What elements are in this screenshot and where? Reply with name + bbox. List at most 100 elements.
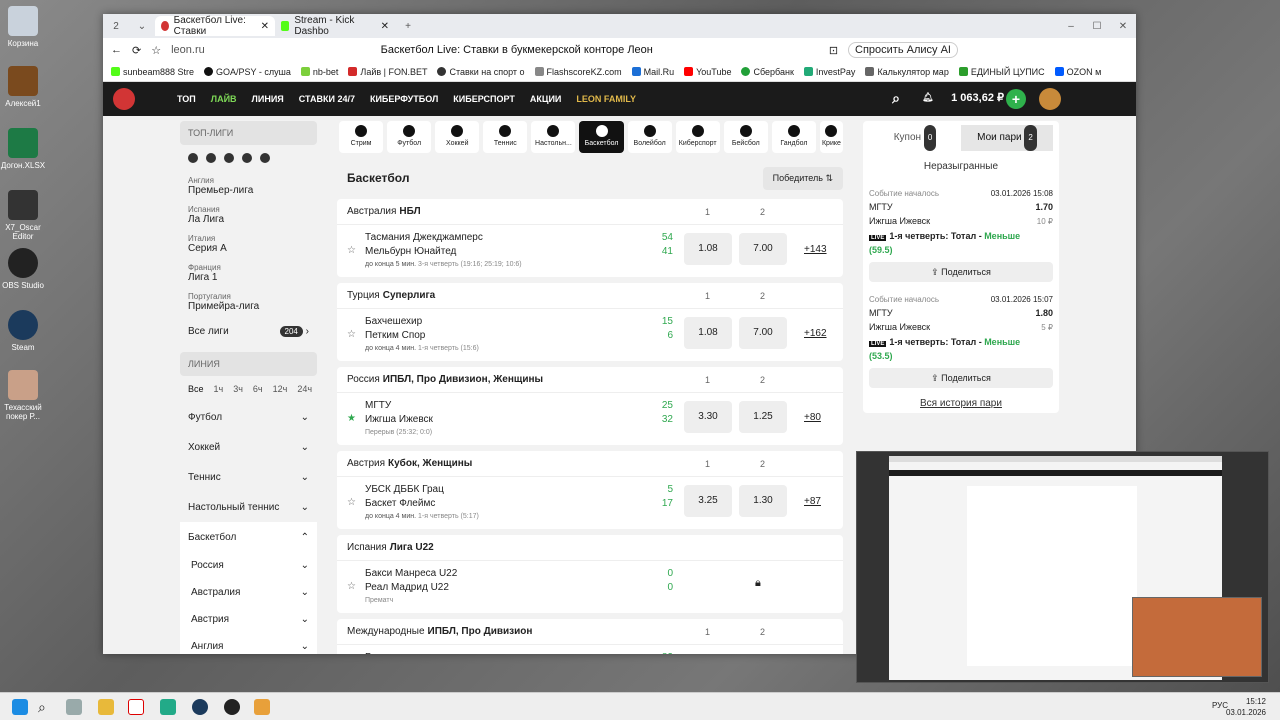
- close-icon[interactable]: ✕: [381, 21, 389, 32]
- league-header[interactable]: Австралия НБЛ 1 2: [337, 199, 843, 225]
- nav-leon-family[interactable]: LEON FAMILY: [576, 94, 636, 104]
- league-item[interactable]: Португалия Примейра-лига: [180, 287, 317, 316]
- explorer-icon[interactable]: [98, 699, 114, 715]
- sport-tab-basketball[interactable]: Баскетбол: [579, 121, 624, 153]
- bookmark-item[interactable]: Лайв | FON.BET: [348, 67, 427, 77]
- bookmark-item[interactable]: Ставки на спорт о: [437, 67, 525, 77]
- desktop-icon-steam[interactable]: Steam: [0, 310, 46, 352]
- star-icon[interactable]: ☆: [347, 497, 356, 508]
- bet-history-link[interactable]: Вся история пари: [869, 398, 1053, 409]
- bookmark-icon[interactable]: ⊡: [829, 44, 838, 57]
- time-filter-1h[interactable]: 1ч: [214, 384, 224, 394]
- bookmark-item[interactable]: OZON м: [1054, 67, 1101, 77]
- odd-button-2[interactable]: 1.25: [739, 401, 787, 433]
- tennis-icon[interactable]: [242, 153, 252, 163]
- sport-tab[interactable]: Крике: [819, 121, 843, 153]
- yandex-browser-icon[interactable]: [128, 699, 144, 715]
- nav-top[interactable]: ТОП: [177, 94, 196, 104]
- obs-taskbar-icon[interactable]: [224, 699, 240, 715]
- country-item[interactable]: Австрия ⌄: [180, 606, 317, 633]
- sidebar-item-hockey[interactable]: Хоккей ⌄: [180, 432, 317, 462]
- steam-taskbar-icon[interactable]: [192, 699, 208, 715]
- time-filter-24h[interactable]: 24ч: [297, 384, 312, 394]
- close-icon[interactable]: ✕: [261, 21, 269, 32]
- desktop-icon-aleksey[interactable]: Алексей1: [0, 66, 46, 108]
- balance[interactable]: 1 063,62 ₽: [951, 91, 1004, 104]
- match-row[interactable]: ☆ Тасмания Джекджамперс Мельбурн Юнайтед 54…: [337, 225, 843, 277]
- sidebar-item-football[interactable]: Футбол ⌄: [180, 402, 317, 432]
- bookmark-item[interactable]: InvestPay: [803, 67, 855, 77]
- start-icon[interactable]: [12, 699, 28, 715]
- time-filter-12h[interactable]: 12ч: [273, 384, 288, 394]
- nav-cybersport[interactable]: КИБЕРСПОРТ: [453, 94, 515, 104]
- nav-promo[interactable]: АКЦИИ: [530, 94, 562, 104]
- time-filter-6h[interactable]: 6ч: [253, 384, 263, 394]
- desktop-icon-recycle[interactable]: Корзина: [0, 6, 46, 48]
- star-icon[interactable]: ☆: [347, 245, 356, 256]
- match-row[interactable]: ☆ВладикавказЛипецк8297 Все пари +4: [337, 645, 843, 654]
- sport-tab[interactable]: Волейбол: [627, 121, 672, 153]
- odd-button-1[interactable]: 3.30: [684, 401, 732, 433]
- odd-button-1[interactable]: 1.08: [684, 317, 732, 349]
- chevron-down-icon[interactable]: ⌄: [129, 21, 155, 32]
- maximize-icon[interactable]: ☐: [1084, 21, 1110, 32]
- match-row[interactable]: ★ МГТУ Ижгша Ижевск 25 32 Перерыв (25:32; 0:…: [337, 393, 843, 445]
- url-field[interactable]: leon.ru: [171, 44, 205, 56]
- desktop-icon-obs[interactable]: OBS Studio: [0, 248, 46, 290]
- hockey-icon[interactable]: [224, 153, 234, 163]
- all-leagues-link[interactable]: Все лиги 204 ›: [180, 316, 317, 346]
- search-icon[interactable]: ⌕: [38, 699, 54, 715]
- country-item[interactable]: Россия ⌄: [180, 552, 317, 579]
- bell-icon[interactable]: 🔔︎: [922, 92, 936, 106]
- football-icon[interactable]: [206, 153, 216, 163]
- bookmark-item[interactable]: nb-bet: [300, 67, 338, 77]
- league-header[interactable]: Турция Суперлига 1 2: [337, 283, 843, 309]
- new-tab-icon[interactable]: +: [395, 21, 421, 32]
- bookmark-item[interactable]: Сбербанк: [741, 67, 794, 77]
- basketball-icon[interactable]: [260, 153, 270, 163]
- market-select[interactable]: Победитель ⇅: [762, 166, 843, 190]
- desktop-icon-poker[interactable]: Техасский покер Р...: [0, 370, 46, 421]
- time-filter-all[interactable]: Все: [188, 384, 204, 394]
- tab-basketball[interactable]: Баскетбол Live: Ставки ✕: [155, 15, 275, 37]
- bookmark-item[interactable]: YouTube: [684, 67, 731, 77]
- sport-tab[interactable]: Хоккей: [435, 121, 480, 153]
- bookmark-item[interactable]: FlashscoreKZ.com: [534, 67, 622, 77]
- star-icon[interactable]: ★: [347, 413, 356, 424]
- tab-coupon[interactable]: Купон 0: [869, 125, 961, 151]
- sport-tab[interactable]: Футбол: [387, 121, 432, 153]
- time-filter-3h[interactable]: 3ч: [233, 384, 243, 394]
- minimize-icon[interactable]: –: [1058, 21, 1084, 32]
- league-header[interactable]: Международные ИПБЛ, Про Дивизион 1 2: [337, 619, 843, 645]
- bookmark-item[interactable]: ЕДИНЫЙ ЦУПИС: [958, 67, 1045, 77]
- odd-button-1[interactable]: 3.25: [684, 485, 732, 517]
- tab-count[interactable]: 2: [103, 21, 129, 32]
- sport-tab[interactable]: Бейсбол: [723, 121, 768, 153]
- star-icon[interactable]: ☆: [151, 44, 161, 57]
- reload-icon[interactable]: ⟳: [132, 44, 141, 57]
- league-header[interactable]: Австрия Кубок, Женщины 1 2: [337, 451, 843, 477]
- task-view-icon[interactable]: [66, 699, 82, 715]
- sport-tab[interactable]: Киберспорт: [675, 121, 720, 153]
- close-window-icon[interactable]: ✕: [1110, 21, 1136, 32]
- bookmark-item[interactable]: Калькулятор мар: [865, 67, 949, 77]
- star-icon[interactable]: ☆: [347, 581, 356, 592]
- match-row[interactable]: ☆ Бахчешехир Петким Спор 15 6 до конца 4 мин.…: [337, 309, 843, 361]
- nav-line[interactable]: ЛИНИЯ: [252, 94, 284, 104]
- league-header[interactable]: Россия ИПБЛ, Про Дивизион, Женщины 1 2: [337, 367, 843, 393]
- alice-button[interactable]: Спросить Алису AI: [848, 42, 958, 58]
- back-icon[interactable]: ←: [111, 44, 122, 56]
- share-button[interactable]: ⇪ Поделиться: [869, 368, 1053, 388]
- avatar[interactable]: [1039, 88, 1061, 110]
- league-item[interactable]: Испания Ла Лига: [180, 200, 317, 229]
- more-markets-link[interactable]: +143: [804, 244, 827, 255]
- deposit-button[interactable]: +: [1006, 89, 1026, 109]
- league-item[interactable]: Италия Серия А: [180, 229, 317, 258]
- nav-24-7[interactable]: СТАВКИ 24/7: [299, 94, 355, 104]
- more-markets-link[interactable]: +87: [804, 496, 821, 507]
- leon-logo-icon[interactable]: [113, 88, 135, 110]
- sport-tab[interactable]: Гандбол: [771, 121, 816, 153]
- odd-button-2[interactable]: 7.00: [739, 317, 787, 349]
- sport-tab[interactable]: Настольн...: [531, 121, 576, 153]
- sport-tab[interactable]: Теннис: [483, 121, 528, 153]
